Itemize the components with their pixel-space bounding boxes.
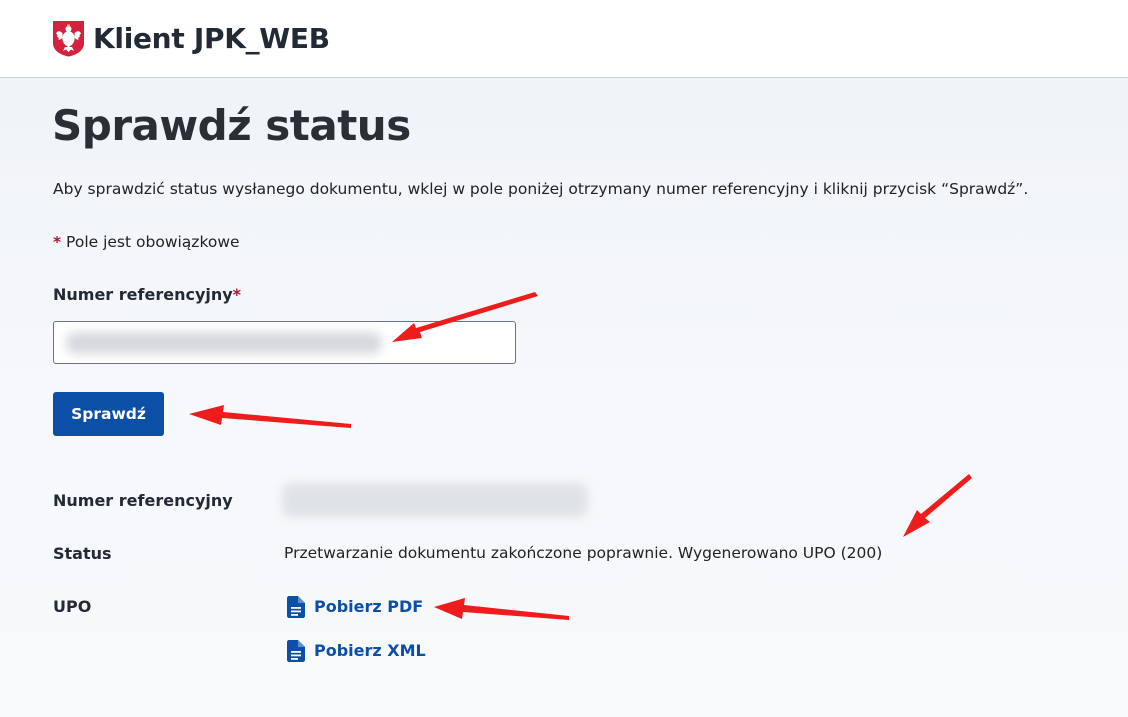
reference-number-label-text: Numer referencyjny [53,285,233,304]
required-note-text: Pole jest obowiązkowe [66,233,240,251]
required-star: * [53,233,62,251]
annotation-arrow-pdf [434,598,569,620]
document-file-icon [287,640,305,662]
app-title: Klient JPK_WEB [93,22,330,55]
download-xml-label: Pobierz XML [314,641,426,660]
annotation-arrow-button [189,405,351,428]
reference-number-required-star: * [232,285,242,304]
result-upo-label: UPO [53,597,92,616]
result-status-label: Status [53,544,112,563]
redacted-reference-value [282,483,588,517]
result-reference-label: Numer referencyjny [53,491,233,510]
reference-number-label: Numer referencyjny* [53,284,241,306]
page-title: Sprawdź status [52,101,411,150]
download-pdf-link[interactable]: Pobierz PDF [287,596,423,618]
annotation-arrow-status [903,474,972,537]
polish-eagle-emblem-icon [52,20,85,57]
document-file-icon [287,596,305,618]
check-status-button[interactable]: Sprawdź [53,392,164,436]
intro-text: Aby sprawdzić status wysłanego dokumentu… [53,180,1029,198]
redacted-input-value [66,332,382,354]
top-bar: Klient JPK_WEB [0,0,1128,78]
download-xml-link[interactable]: Pobierz XML [287,640,426,662]
required-note: * Pole jest obowiązkowe [53,231,240,253]
status-value: Przetwarzanie dokumentu zakończone popra… [284,544,883,562]
download-pdf-label: Pobierz PDF [314,597,424,616]
